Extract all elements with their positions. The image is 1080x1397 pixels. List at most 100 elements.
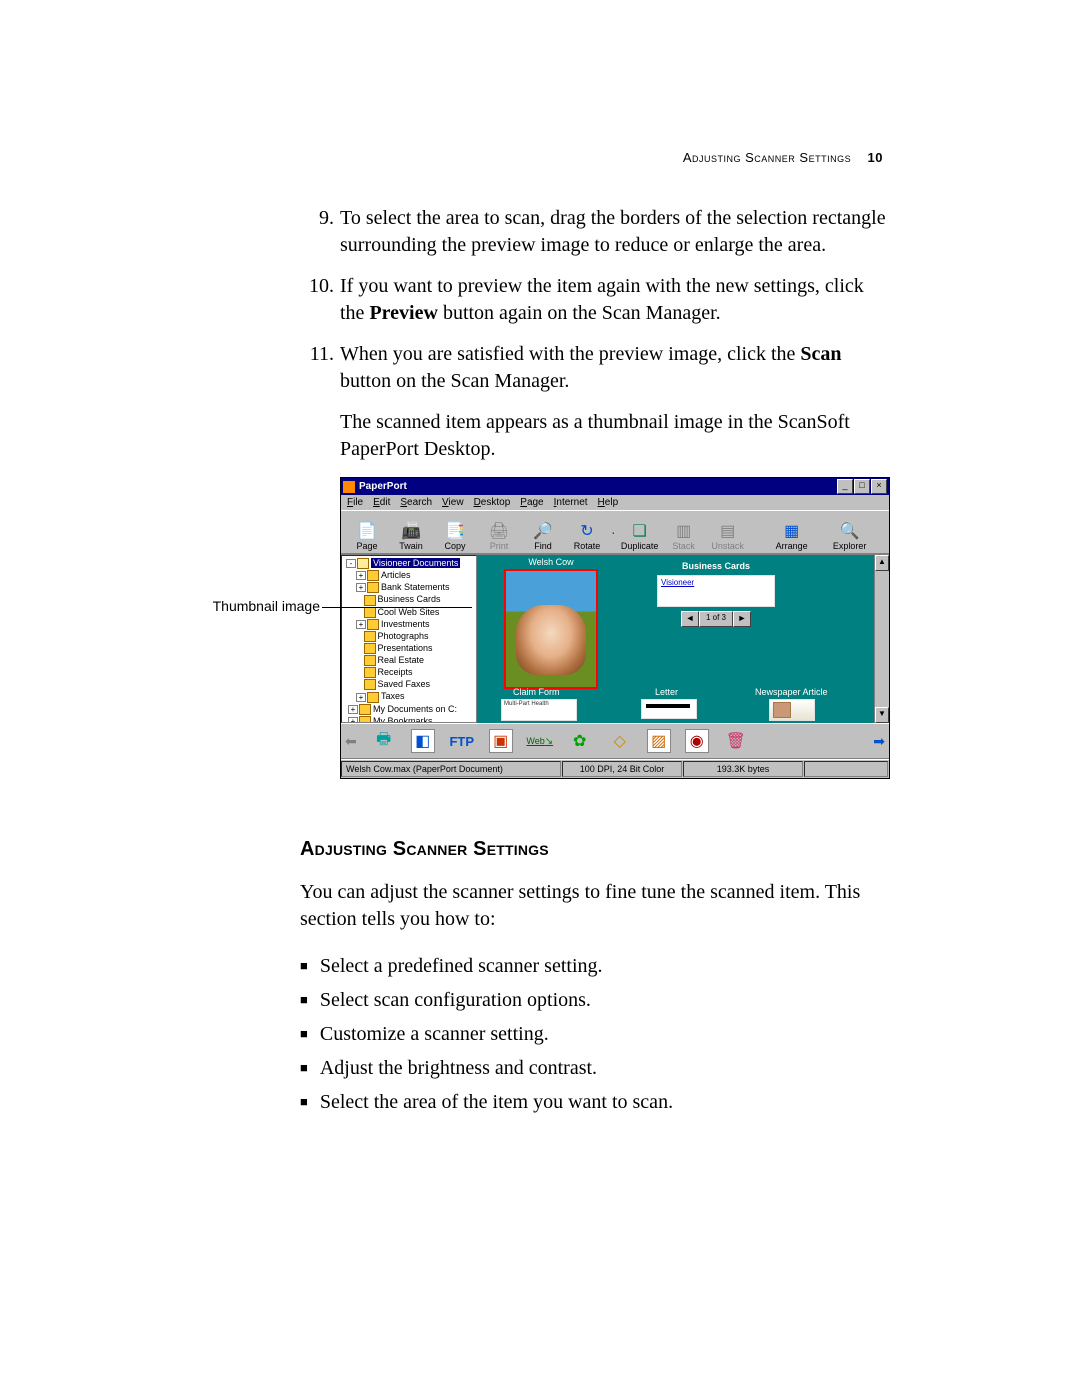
tree-item[interactable]: +Investments: [342, 618, 476, 630]
menu-view[interactable]: View: [442, 497, 464, 508]
tree-item[interactable]: Real Estate: [342, 654, 476, 666]
screenshot-figure: Thumbnail image PaperPort _ □ × File Edi…: [300, 477, 890, 782]
menu-desktop[interactable]: Desktop: [474, 497, 511, 508]
page-number: 10: [868, 150, 883, 165]
menu-help[interactable]: Help: [598, 497, 619, 508]
work-area: -Visioneer Documents +Articles +Bank Sta…: [341, 554, 889, 723]
title-bar: PaperPort _ □ ×: [341, 478, 889, 495]
send-to-bar: ⬅ 🖶 ◧ FTP ▣ Web ✿ ◇ ▨ ◉ 🗑 ➡: [341, 723, 889, 759]
step-number: 11.: [300, 341, 340, 395]
menu-edit[interactable]: Edit: [373, 497, 390, 508]
app-icon[interactable]: ✿: [567, 728, 593, 754]
list-item: Select scan configuration options.: [300, 983, 890, 1017]
desktop-pane[interactable]: Welsh Cow Business Cards Visioneer ◄ 1 o…: [477, 555, 889, 723]
app-icon[interactable]: ▣: [489, 729, 513, 753]
pager-prev-button[interactable]: ◄: [681, 611, 699, 627]
tree-root[interactable]: -Visioneer Documents: [342, 557, 476, 569]
tree-item[interactable]: Saved Faxes: [342, 678, 476, 690]
tb-page[interactable]: 📄Page: [345, 513, 389, 551]
tb-duplicate[interactable]: ❏Duplicate: [618, 513, 662, 551]
minimize-button[interactable]: _: [837, 479, 853, 494]
menu-bar: File Edit Search View Desktop Page Inter…: [341, 495, 889, 510]
vertical-scrollbar[interactable]: ▲ ▼: [874, 555, 889, 723]
tree-item[interactable]: +My Documents on C:: [342, 703, 476, 715]
thumbnail-label: Claim Form: [513, 687, 560, 697]
tree-item[interactable]: Presentations: [342, 642, 476, 654]
stack-pager: ◄ 1 of 3 ►: [657, 611, 775, 627]
scroll-left-icon[interactable]: ⬅: [345, 733, 357, 750]
section-heading: Adjusting Scanner Settings: [300, 838, 890, 861]
status-filesize: 193.3K bytes: [683, 761, 803, 777]
thumbnail-label: Business Cards: [657, 561, 775, 571]
status-bar: Welsh Cow.max (PaperPort Document) 100 D…: [341, 759, 889, 778]
tree-item[interactable]: +My Bookmarks: [342, 715, 476, 723]
printer-icon[interactable]: 🖶: [371, 728, 397, 754]
print-icon: 🖨: [488, 521, 510, 541]
step-number: 9.: [300, 205, 340, 259]
app-icon[interactable]: ◉: [685, 729, 709, 753]
tb-stack[interactable]: ▥Stack: [662, 513, 706, 551]
thumbnail-preview[interactable]: [769, 699, 815, 721]
tree-item[interactable]: Receipts: [342, 666, 476, 678]
explorer-icon: 🔍: [839, 521, 861, 541]
tree-item[interactable]: +Articles: [342, 569, 476, 581]
app-icon[interactable]: ▨: [647, 729, 671, 753]
trash-icon[interactable]: 🗑: [723, 728, 749, 754]
thumbnail-label: Letter: [655, 687, 678, 697]
paperport-window: PaperPort _ □ × File Edit Search View De…: [340, 477, 890, 779]
ftp-icon[interactable]: FTP: [449, 728, 475, 754]
folder-tree[interactable]: -Visioneer Documents +Articles +Bank Sta…: [341, 555, 477, 723]
web-icon[interactable]: Web: [527, 728, 553, 754]
step-text: When you are satisfied with the preview …: [340, 341, 890, 395]
step-number: 10.: [300, 273, 340, 327]
thumbnail-preview[interactable]: Multi-Part Health: [501, 699, 577, 721]
app-icon[interactable]: ◧: [411, 729, 435, 753]
thumbnail-stack[interactable]: Business Cards Visioneer ◄ 1 of 3 ►: [657, 561, 775, 627]
thumbnail-selected[interactable]: Welsh Cow: [501, 557, 601, 689]
thumbnail-preview[interactable]: [641, 699, 697, 719]
step-11: 11. When you are satisfied with the prev…: [300, 341, 890, 395]
scroll-up-button[interactable]: ▲: [875, 555, 889, 571]
stack-icon: ▥: [673, 521, 695, 541]
scroll-down-button[interactable]: ▼: [875, 707, 889, 723]
scanner-icon: 📠: [400, 521, 422, 541]
menu-page[interactable]: Page: [520, 497, 543, 508]
followup-paragraph: The scanned item appears as a thumbnail …: [340, 409, 890, 463]
callout-label: Thumbnail image: [180, 599, 320, 613]
tb-print[interactable]: 🖨Print: [477, 513, 521, 551]
tb-copy[interactable]: 📑Copy: [433, 513, 477, 551]
thumbnail-label: Welsh Cow: [501, 557, 601, 567]
scroll-right-icon[interactable]: ➡: [873, 733, 885, 750]
close-button[interactable]: ×: [871, 479, 887, 494]
menu-search[interactable]: Search: [400, 497, 432, 508]
toolbar: 📄Page 📠Twain 📑Copy 🖨Print 🔎Find ↻Rotate …: [341, 510, 889, 554]
list-item: Customize a scanner setting.: [300, 1017, 890, 1051]
window-title: PaperPort: [359, 481, 837, 492]
callout-leader-line: [322, 607, 472, 608]
tb-find[interactable]: 🔎Find: [521, 513, 565, 551]
tree-item[interactable]: Photographs: [342, 630, 476, 642]
thumbnail-image[interactable]: [504, 569, 598, 689]
arrange-icon: ▦: [781, 521, 803, 541]
page-icon: 📄: [356, 521, 378, 541]
page: Adjusting Scanner Settings 10 9. To sele…: [0, 0, 1080, 1397]
tb-rotate[interactable]: ↻Rotate: [565, 513, 609, 551]
header-title: Adjusting Scanner Settings: [683, 150, 851, 165]
menu-internet[interactable]: Internet: [554, 497, 588, 508]
list-item: Select the area of the item you want to …: [300, 1085, 890, 1119]
business-card-preview: Visioneer: [657, 575, 775, 607]
tb-explorer[interactable]: 🔍Explorer: [828, 513, 872, 551]
tb-unstack[interactable]: ▤Unstack: [706, 513, 750, 551]
menu-file[interactable]: File: [347, 497, 363, 508]
thumbnail-label: Newspaper Article: [755, 687, 828, 697]
pager-next-button[interactable]: ►: [733, 611, 751, 627]
maximize-button[interactable]: □: [854, 479, 870, 494]
tb-arrange[interactable]: ▦Arrange: [770, 513, 814, 551]
status-resolution: 100 DPI, 24 Bit Color: [562, 761, 682, 777]
tree-item[interactable]: Business Cards: [342, 593, 476, 605]
status-filename: Welsh Cow.max (PaperPort Document): [341, 761, 561, 777]
app-icon[interactable]: ◇: [607, 728, 633, 754]
tb-twain[interactable]: 📠Twain: [389, 513, 433, 551]
tree-item[interactable]: +Taxes: [342, 690, 476, 702]
tree-item[interactable]: +Bank Statements: [342, 581, 476, 593]
